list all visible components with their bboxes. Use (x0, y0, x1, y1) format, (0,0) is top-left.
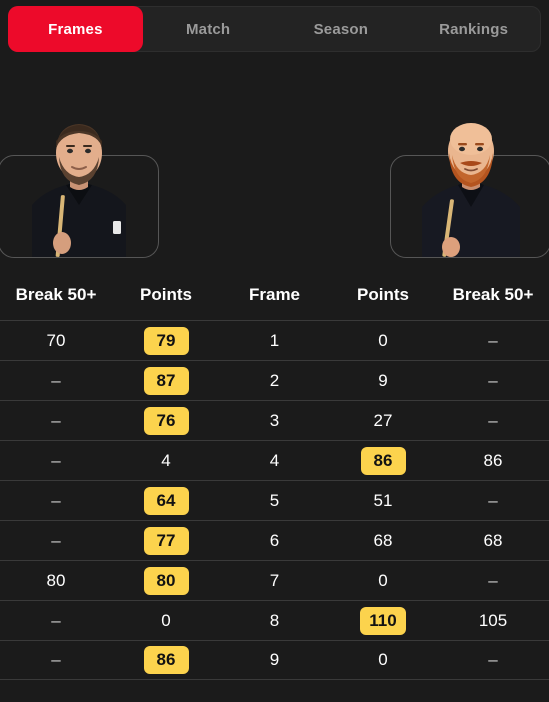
frame-winner-badge: 79 (143, 326, 189, 355)
cell-left-break: – (51, 650, 61, 669)
cell-left-points: 79 (112, 326, 220, 355)
tabbar: Frames Match Season Rankings (8, 6, 541, 52)
cell-right-points: 0 (378, 650, 388, 669)
tab-rankings[interactable]: Rankings (407, 7, 540, 51)
cell-right-break: 105 (478, 610, 508, 630)
cell-left-points: 0 (161, 610, 171, 630)
cell-frame-number: 7 (269, 570, 280, 590)
table-row[interactable]: – 64 5 51 – (0, 480, 549, 520)
cell-right-points: 0 (378, 570, 388, 590)
cell-frame-number: 3 (269, 410, 280, 430)
tab-match[interactable]: Match (142, 7, 275, 51)
column-header-4: Break 50+ (452, 285, 534, 304)
player-photo-left-icon (14, 109, 144, 257)
cell-right-points: 9 (378, 370, 388, 390)
frame-winner-badge: 110 (360, 606, 406, 635)
tab-season[interactable]: Season (275, 7, 408, 51)
cell-right-break: – (488, 370, 498, 390)
cell-right-points: 68 (373, 530, 393, 550)
cell-frame-number: 4 (269, 450, 280, 470)
table-row[interactable]: – 86 9 0 – (0, 640, 549, 680)
cell-left-points: 80 (112, 566, 220, 595)
table-row[interactable]: – 77 6 68 68 (0, 520, 549, 560)
cell-left-break: – (51, 410, 61, 430)
cell-left-break: 70 (46, 330, 66, 350)
player-photo-right-icon (406, 109, 536, 257)
cell-right-points: 27 (373, 410, 393, 430)
column-header-3: Points (357, 285, 409, 304)
frame-winner-badge: 86 (143, 646, 189, 674)
table-row[interactable]: 70 79 1 0 – (0, 320, 549, 360)
column-header-2: Frame (248, 285, 301, 304)
frames-table: Break 50+ Points Frame Points Break 50+ 70 79… (0, 270, 549, 680)
player-left[interactable] (0, 124, 159, 258)
frame-winner-badge: 64 (143, 486, 189, 515)
tab-frames[interactable]: Frames (9, 7, 142, 51)
cell-left-break: – (51, 530, 61, 550)
table-row[interactable]: – 87 2 9 – (0, 360, 549, 400)
cell-right-points: 0 (378, 330, 388, 350)
cell-frame-number: 1 (269, 330, 280, 350)
frame-winner-badge: 80 (143, 566, 189, 595)
cell-left-break: – (51, 450, 61, 470)
cell-right-break: – (488, 330, 498, 350)
table-header-row: Break 50+ Points Frame Points Break 50+ (0, 270, 549, 320)
cell-right-break: – (488, 570, 498, 590)
cell-right-break: – (488, 650, 498, 669)
frame-winner-badge: 87 (143, 366, 189, 395)
player-right[interactable] (390, 123, 549, 258)
frame-winner-badge: 77 (143, 526, 189, 555)
cell-right-points: 86 (329, 446, 437, 475)
cell-right-break: – (488, 490, 498, 510)
column-header-1: Points (140, 285, 192, 304)
cell-left-break: – (51, 490, 61, 510)
table-row[interactable]: 80 80 7 0 – (0, 560, 549, 600)
cell-right-break: 86 (483, 450, 503, 470)
cell-left-points: 86 (112, 646, 220, 674)
table-row[interactable]: – 4 4 86 86 (0, 440, 549, 480)
players-section (0, 57, 549, 270)
tabbar-container: Frames Match Season Rankings (0, 0, 549, 57)
cell-left-points: 77 (112, 526, 220, 555)
cell-left-points: 4 (161, 450, 171, 470)
frame-winner-badge: 86 (360, 446, 406, 475)
cell-frame-number: 2 (269, 370, 280, 390)
cell-right-points: 110 (329, 606, 437, 635)
cell-right-break: 68 (483, 530, 503, 550)
cell-frame-number: 5 (269, 490, 280, 510)
cell-frame-number: 6 (269, 530, 280, 550)
table-row[interactable]: – 76 3 27 – (0, 400, 549, 440)
cell-left-break: – (51, 610, 61, 630)
table-row[interactable]: – 0 8 110 105 (0, 600, 549, 640)
column-header-0: Break 50+ (15, 285, 97, 304)
cell-frame-number: 9 (269, 650, 280, 669)
cell-left-points: 76 (112, 406, 220, 435)
table-body: 70 79 1 0– –87 2 9– –76 3 27– –4 4 86 86–64 5 51– –77 6 68… (0, 320, 549, 680)
cell-right-break: – (488, 410, 498, 430)
cell-left-points: 87 (112, 366, 220, 395)
cell-left-break: 80 (46, 570, 66, 590)
frame-winner-badge: 76 (143, 406, 189, 435)
cell-right-points: 51 (373, 490, 393, 510)
cell-left-break: – (51, 370, 61, 390)
cell-left-points: 64 (112, 486, 220, 515)
cell-frame-number: 8 (269, 610, 280, 630)
